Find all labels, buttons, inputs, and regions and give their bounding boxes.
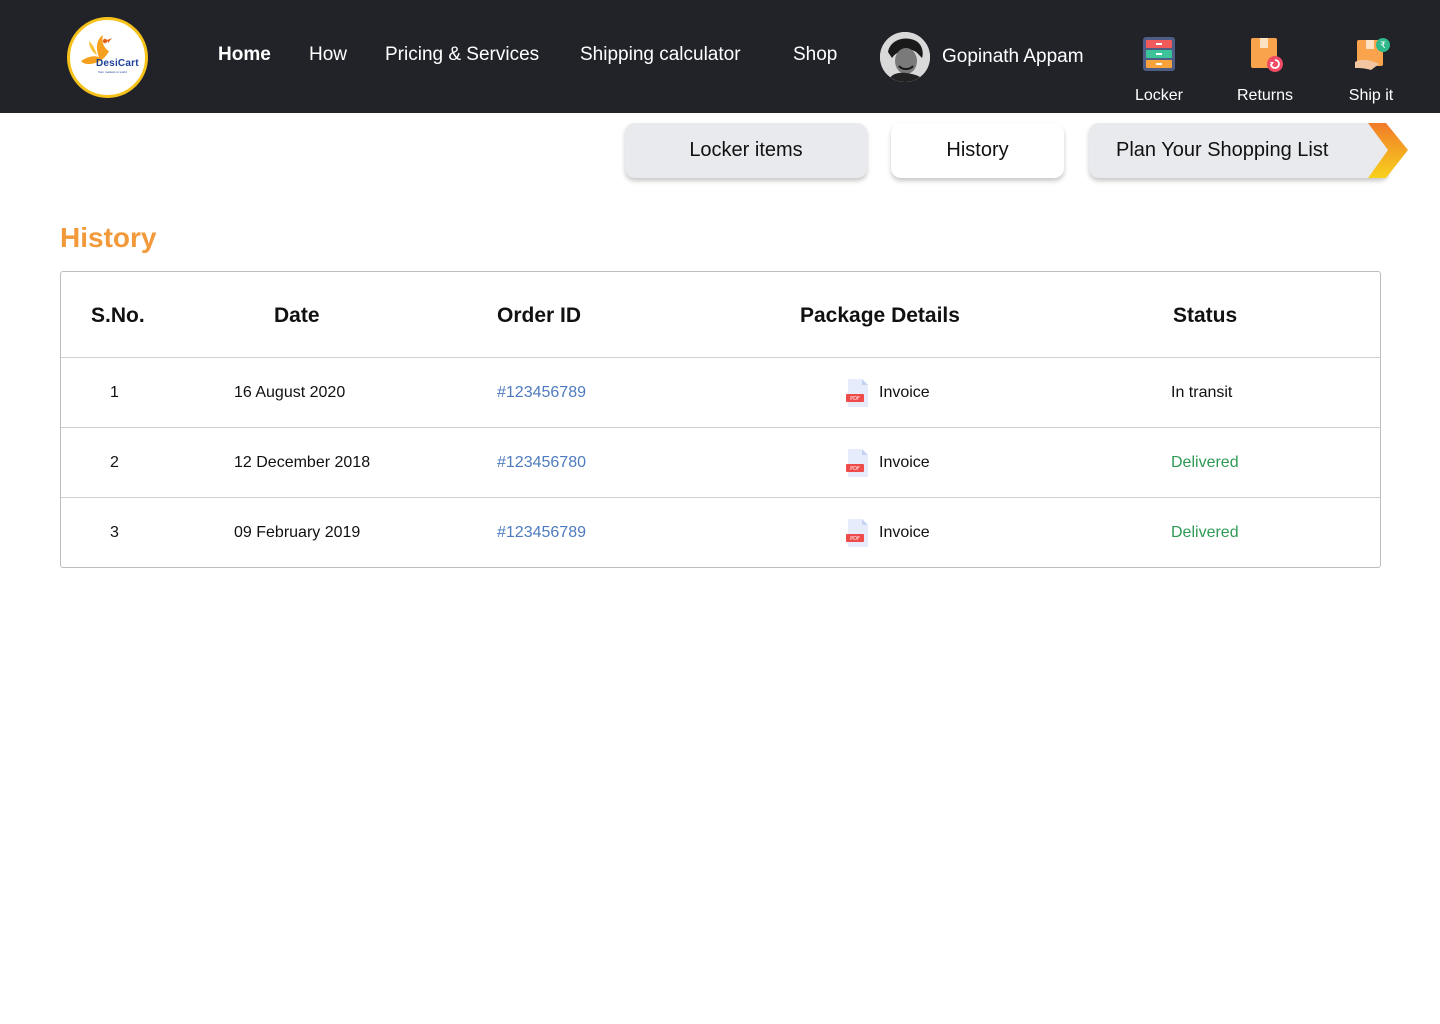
order-id-link[interactable]: #123456789: [497, 524, 586, 542]
invoice-label: Invoice: [879, 524, 930, 541]
invoice-link[interactable]: PDF Invoice: [846, 378, 930, 408]
tab-history[interactable]: History: [891, 123, 1064, 178]
invoice-label: Invoice: [879, 384, 930, 401]
returns-icon: [1251, 38, 1283, 72]
user-name: Gopinath Appam: [942, 46, 1084, 67]
svg-text:PDF: PDF: [850, 396, 860, 402]
date-cell: 16 August 2020: [234, 384, 346, 401]
column-header-date: Date: [274, 304, 320, 327]
sno-cell: 1: [110, 384, 119, 401]
chevron-right-icon[interactable]: [1368, 123, 1408, 178]
date-cell: 12 December 2018: [234, 454, 371, 471]
svg-text:PDF: PDF: [850, 466, 860, 472]
nav-shop[interactable]: Shop: [793, 44, 837, 66]
invoice-link[interactable]: PDF Invoice: [846, 448, 930, 478]
pdf-file-icon: PDF: [846, 449, 868, 477]
brand-tagline: from markets to world: [98, 70, 127, 74]
ship-it-icon: ₹: [1355, 38, 1390, 70]
tab-locker-items[interactable]: Locker items: [625, 123, 867, 178]
column-header-order-id: Order ID: [497, 304, 582, 327]
invoice-link[interactable]: PDF Invoice: [846, 518, 930, 548]
tab-plan-shopping-list[interactable]: Plan Your Shopping List: [1089, 123, 1389, 178]
status-badge: Delivered: [1171, 524, 1239, 541]
pdf-file-icon: PDF: [846, 379, 868, 407]
desicart-logo[interactable]: DesiCart from markets to world: [67, 17, 148, 98]
column-header-package-details: Package Details: [800, 304, 960, 327]
page-title: History: [60, 222, 157, 253]
column-header-status: Status: [1173, 304, 1238, 327]
ship-it-label: Ship it: [1348, 87, 1394, 104]
sno-cell: 2: [110, 454, 119, 471]
pdf-file-icon: PDF: [846, 519, 868, 547]
table-row: 3 09 February 2019 #123456789 PDF Invoic…: [61, 498, 1380, 568]
locker-label: Locker: [1134, 87, 1184, 104]
avatar: [880, 32, 930, 82]
locker-quick-action[interactable]: Locker: [1114, 34, 1204, 105]
returns-label: Returns: [1236, 87, 1294, 104]
nav-shipping-calculator[interactable]: Shipping calculator: [580, 44, 741, 66]
table-row: 2 12 December 2018 #123456780 PDF Invoic…: [61, 428, 1380, 498]
column-header-sno: S.No.: [91, 304, 145, 327]
sno-cell: 3: [110, 524, 119, 541]
user-profile[interactable]: Gopinath Appam: [880, 32, 1084, 82]
top-navbar: DesiCart from markets to world Home How …: [0, 0, 1440, 113]
svg-text:PDF: PDF: [850, 536, 860, 542]
history-table: S.No. Date Order ID Package Details Stat…: [60, 271, 1381, 568]
locker-icon: [1143, 37, 1175, 71]
brand-name: DesiCart: [96, 58, 139, 69]
nav-home[interactable]: Home: [218, 44, 271, 66]
table-row: 1 16 August 2020 #123456789 PDF Invoice …: [61, 358, 1380, 428]
order-id-link[interactable]: #123456789: [497, 384, 586, 402]
nav-how[interactable]: How: [309, 44, 347, 66]
order-id-link[interactable]: #123456780: [497, 454, 586, 472]
invoice-label: Invoice: [879, 454, 930, 471]
date-cell: 09 February 2019: [234, 524, 361, 541]
table-header: S.No. Date Order ID Package Details Stat…: [61, 272, 1380, 358]
returns-quick-action[interactable]: Returns: [1220, 34, 1310, 105]
status-badge: Delivered: [1171, 454, 1239, 471]
nav-pricing-services[interactable]: Pricing & Services: [385, 44, 539, 66]
status-badge: In transit: [1171, 384, 1233, 401]
svg-text:₹: ₹: [1380, 41, 1386, 51]
ship-it-quick-action[interactable]: ₹ Ship it: [1326, 34, 1416, 105]
